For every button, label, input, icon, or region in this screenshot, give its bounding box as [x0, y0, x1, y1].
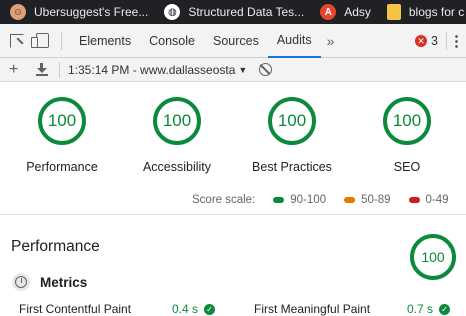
scale-range-label: 0-49 [425, 194, 449, 206]
divider [61, 31, 62, 50]
metric-value: 0.4 s [171, 302, 198, 316]
face-icon: ☺ [10, 4, 26, 20]
tab-label: Elements [79, 33, 132, 48]
more-options-icon[interactable] [455, 33, 458, 48]
bookmark-label: Ubersuggest's Free... [34, 5, 149, 19]
adsy-icon: A [320, 4, 337, 20]
scale-average: 50-89 [344, 194, 391, 206]
metric-first-contentful-paint: First Contentful Paint 0.4 s ✓ [19, 302, 215, 316]
scale-fail: 0-49 [408, 194, 449, 206]
scale-range-label: 90-100 [290, 194, 327, 206]
metric-value: 0.7 s [406, 302, 433, 316]
more-tabs-button[interactable]: » [321, 33, 341, 49]
tab-elements[interactable]: Elements [70, 24, 140, 58]
gauge-best-practices[interactable]: 100 Best Practices [232, 97, 352, 174]
scale-range-label: 50-89 [361, 194, 391, 206]
timer-icon [12, 273, 30, 291]
section-score-gauge: 100 [410, 234, 456, 280]
new-audit-button[interactable]: + [9, 61, 23, 79]
tab-label: Audits [276, 32, 312, 47]
gauge-accessibility[interactable]: 100 Accessibility [117, 97, 237, 174]
fail-swatch [408, 197, 420, 203]
score-circle: 100 [38, 97, 86, 145]
gauge-label: Performance [26, 160, 98, 174]
tab-label: Console [149, 33, 195, 48]
gauge-label: SEO [393, 160, 421, 174]
bookmark-adsy[interactable]: A Adsy [320, 4, 371, 20]
pass-check-icon: ✓ [439, 303, 450, 315]
error-count: 3 [431, 33, 438, 48]
metric-label: First Contentful Paint [19, 302, 132, 316]
tab-sources[interactable]: Sources [204, 24, 268, 58]
bookmark-label: blogs for c [408, 5, 465, 19]
metrics-heading: Metrics [12, 273, 87, 291]
pass-swatch [273, 197, 285, 203]
section-title: Performance [11, 238, 100, 255]
metrics-heading-label: Metrics [40, 274, 88, 290]
folder-icon [386, 4, 401, 20]
scale-pass: 90-100 [273, 194, 326, 206]
bookmark-blogs[interactable]: blogs for c [386, 4, 465, 20]
metric-first-meaningful-paint: First Meaningful Paint 0.7 s ✓ [254, 302, 450, 316]
device-toolbar-icon[interactable] [31, 33, 49, 48]
bookmarks-bar: ☺ Ubersuggest's Free... ◍ Structured Dat… [0, 0, 466, 24]
gauge-label: Accessibility [142, 160, 212, 174]
bookmark-label: Structured Data Tes... [188, 5, 305, 19]
gauge-label: Best Practices [252, 160, 332, 174]
devtools-tab-bar: Elements Console Sources Audits » ✕ 3 [0, 24, 466, 58]
tab-label: Sources [212, 33, 259, 48]
inspect-element-icon[interactable] [10, 33, 24, 48]
globe-icon: ◍ [164, 4, 181, 20]
clear-reports-icon[interactable] [259, 63, 273, 76]
score-circle: 100 [153, 97, 201, 145]
tab-audits[interactable]: Audits [267, 24, 321, 58]
score-scale-label: Score scale: [192, 194, 256, 206]
bookmark-label: Adsy [344, 5, 371, 19]
audits-toolbar: + 1:35:14 PM - www.dallasseosta ▼ [0, 58, 466, 82]
score-scale: Score scale: 90-100 50-89 0-49 [192, 194, 449, 206]
divider [446, 31, 447, 50]
score-circle: 100 [383, 97, 431, 145]
report-selector-value: 1:35:14 PM - www.dallasseosta [68, 62, 236, 77]
bookmark-ubersuggest[interactable]: ☺ Ubersuggest's Free... [10, 4, 148, 20]
gauge-performance[interactable]: 100 Performance [2, 97, 122, 174]
divider [59, 61, 60, 78]
score-circle: 100 [268, 97, 316, 145]
gauge-seo[interactable]: 100 SEO [347, 97, 466, 174]
pass-check-icon: ✓ [204, 303, 215, 315]
bookmark-structured-data[interactable]: ◍ Structured Data Tes... [164, 4, 304, 20]
average-swatch [344, 197, 356, 203]
download-report-icon[interactable] [36, 63, 48, 76]
audit-report: 100 Performance 100 Accessibility 100 Be… [0, 83, 466, 316]
tab-console[interactable]: Console [140, 24, 204, 58]
report-selector[interactable]: 1:35:14 PM - www.dallasseosta ▼ [68, 63, 247, 77]
section-divider [0, 214, 466, 215]
error-icon: ✕ [415, 34, 428, 47]
metric-label: First Meaningful Paint [254, 302, 371, 316]
error-counter[interactable]: ✕ 3 [415, 34, 438, 48]
dropdown-caret-icon: ▼ [238, 64, 248, 75]
